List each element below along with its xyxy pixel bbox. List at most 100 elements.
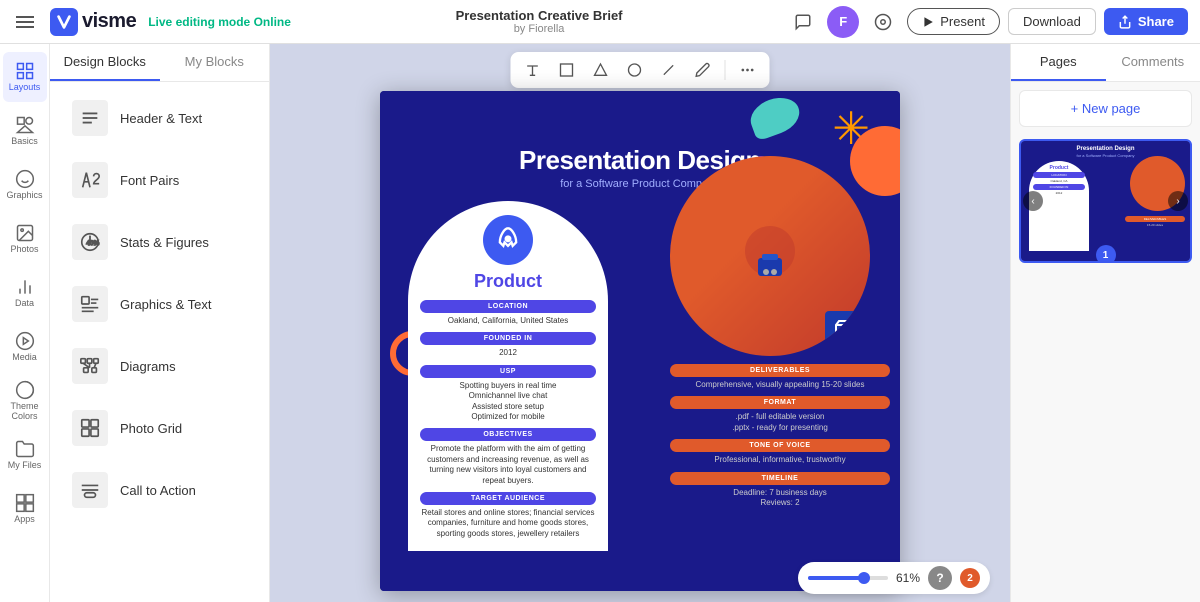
pages-header: Pages Comments: [1011, 44, 1200, 82]
target-icon-btn[interactable]: [867, 6, 899, 38]
sidebar-label-apps: Apps: [14, 515, 35, 525]
new-page-button[interactable]: + New page: [1019, 90, 1192, 127]
sidebar-item-basics[interactable]: Basics: [3, 106, 47, 156]
font-pairs-icon: [72, 162, 108, 198]
panel-items-list: Header & Text Font Pairs: [50, 82, 269, 602]
toolbar-divider: [725, 60, 726, 80]
logo-area: visme: [50, 8, 136, 36]
sidebar-item-photos[interactable]: Photos: [3, 214, 47, 264]
panel-label-font-pairs: Font Pairs: [120, 173, 179, 188]
tab-pages[interactable]: Pages: [1011, 44, 1106, 81]
download-button[interactable]: Download: [1008, 8, 1096, 35]
slide-content: ✳ Presentation Design for a Software Pro…: [380, 91, 900, 591]
bag-icon: [825, 311, 865, 351]
pen-tool[interactable]: [689, 56, 717, 84]
sidebar-item-apps[interactable]: Apps: [3, 484, 47, 534]
sidebar-item-graphics[interactable]: Graphics: [3, 160, 47, 210]
svg-text:40%: 40%: [86, 240, 99, 247]
header-center: Presentation Creative Brief by Fiorella: [456, 8, 623, 35]
sidebar-item-my-files[interactable]: My Files: [3, 430, 47, 480]
canvas-frame: ✳ Presentation Design for a Software Pro…: [380, 91, 900, 591]
zoom-fill: [808, 576, 860, 580]
circle-tool[interactable]: [621, 56, 649, 84]
share-button[interactable]: Share: [1104, 8, 1188, 35]
more-tool[interactable]: [734, 56, 762, 84]
comment-icon-btn[interactable]: [787, 6, 819, 38]
zoom-level: 61%: [896, 571, 920, 585]
visme-logo-icon: [50, 8, 78, 36]
deliverables-value: Comprehensive, visually appealing 15-20 …: [670, 380, 890, 390]
editing-mode: Live editing mode Online: [148, 15, 291, 29]
panel-item-diagrams[interactable]: Diagrams: [56, 336, 263, 396]
panel-item-call-to-action[interactable]: Call to Action: [56, 460, 263, 520]
present-button[interactable]: Present: [907, 8, 1000, 35]
objectives-value: Promote the platform with the aim of get…: [420, 444, 596, 486]
deco-teal-shape: [746, 92, 805, 142]
sidebar-item-data[interactable]: Data: [3, 268, 47, 318]
panel-tabs: Design Blocks My Blocks: [50, 44, 269, 82]
rect-tool[interactable]: [553, 56, 581, 84]
panel-item-header-text[interactable]: Header & Text: [56, 88, 263, 148]
canvas-area: ✳ Presentation Design for a Software Pro…: [270, 44, 1010, 602]
timeline-badge: TIMELINE: [670, 472, 890, 485]
top-header: visme Live editing mode Online Presentat…: [0, 0, 1200, 44]
triangle-tool[interactable]: [587, 56, 615, 84]
zoom-slider[interactable]: [808, 576, 888, 580]
thumb-nav-left[interactable]: ‹: [1023, 191, 1043, 211]
presentation-title: Presentation Creative Brief: [456, 8, 623, 23]
help-button[interactable]: ?: [928, 566, 952, 590]
icon-sidebar: Layouts Basics Graphics Photos: [0, 44, 50, 602]
founded-badge: FOUNDED IN: [420, 332, 596, 345]
tab-design-blocks[interactable]: Design Blocks: [50, 44, 160, 81]
sidebar-label-files: My Files: [8, 461, 42, 471]
big-circle: [670, 156, 870, 356]
presentation-by: by Fiorella: [514, 23, 565, 35]
panel-label-photo-grid: Photo Grid: [120, 421, 182, 436]
zoom-bar: 61% ? 2: [798, 562, 990, 594]
format-value: .pdf - full editable version .pptx - rea…: [670, 412, 890, 433]
header-left: visme Live editing mode Online: [12, 8, 291, 36]
diagrams-icon: [72, 348, 108, 384]
header-right: F Present Download Share: [787, 6, 1188, 38]
panel-item-photo-grid[interactable]: Photo Grid: [56, 398, 263, 458]
page-thumbnail-1[interactable]: Presentation Design for a Software Produ…: [1019, 139, 1192, 263]
slide-arch: Product LOCATION Oakland, California, Un…: [408, 201, 608, 551]
objectives-badge: OBJECTIVES: [420, 428, 596, 441]
line-tool[interactable]: [655, 56, 683, 84]
notification-badge[interactable]: 2: [960, 568, 980, 588]
sidebar-label-media: Media: [12, 353, 37, 363]
sidebar-item-layouts[interactable]: Layouts: [3, 52, 47, 102]
tone-value: Professional, informative, trustworthy: [670, 455, 890, 465]
panel-label-cta: Call to Action: [120, 483, 196, 498]
panel-item-font-pairs[interactable]: Font Pairs: [56, 150, 263, 210]
panel-label-diagrams: Diagrams: [120, 359, 176, 374]
deliverables-section: DELIVERABLES Comprehensive, visually app…: [670, 364, 890, 508]
rocket-icon: [483, 215, 533, 265]
founded-value: 2012: [420, 348, 596, 358]
sidebar-item-theme-colors[interactable]: Theme Colors: [3, 376, 47, 426]
canvas-toolbar: [511, 52, 770, 88]
main-area: Layouts Basics Graphics Photos: [0, 44, 1200, 602]
rocket-area: [420, 215, 596, 265]
panel-item-graphics-text[interactable]: Graphics & Text: [56, 274, 263, 334]
deliverables-badge: DELIVERABLES: [670, 364, 890, 377]
avatar-button[interactable]: F: [827, 6, 859, 38]
text-tool[interactable]: [519, 56, 547, 84]
sidebar-label-layouts: Layouts: [9, 83, 41, 93]
hamburger-icon[interactable]: [12, 12, 38, 32]
tab-my-blocks[interactable]: My Blocks: [160, 44, 270, 81]
sidebar-label-graphics: Graphics: [6, 191, 42, 201]
zoom-handle[interactable]: [858, 572, 870, 584]
sidebar-label-basics: Basics: [11, 137, 38, 147]
header-text-icon: [72, 100, 108, 136]
panel-item-stats-figures[interactable]: 40% Stats & Figures: [56, 212, 263, 272]
thumb-nav-right[interactable]: ›: [1168, 191, 1188, 211]
tab-comments[interactable]: Comments: [1106, 44, 1200, 81]
location-badge: LOCATION: [420, 300, 596, 313]
sidebar-item-media[interactable]: Media: [3, 322, 47, 372]
location-value: Oakland, California, United States: [420, 316, 596, 326]
sidebar-label-photos: Photos: [10, 245, 38, 255]
usp-badge: USP: [420, 365, 596, 378]
target-badge: TARGET AUDIENCE: [420, 492, 596, 505]
stats-figures-icon: 40%: [72, 224, 108, 260]
